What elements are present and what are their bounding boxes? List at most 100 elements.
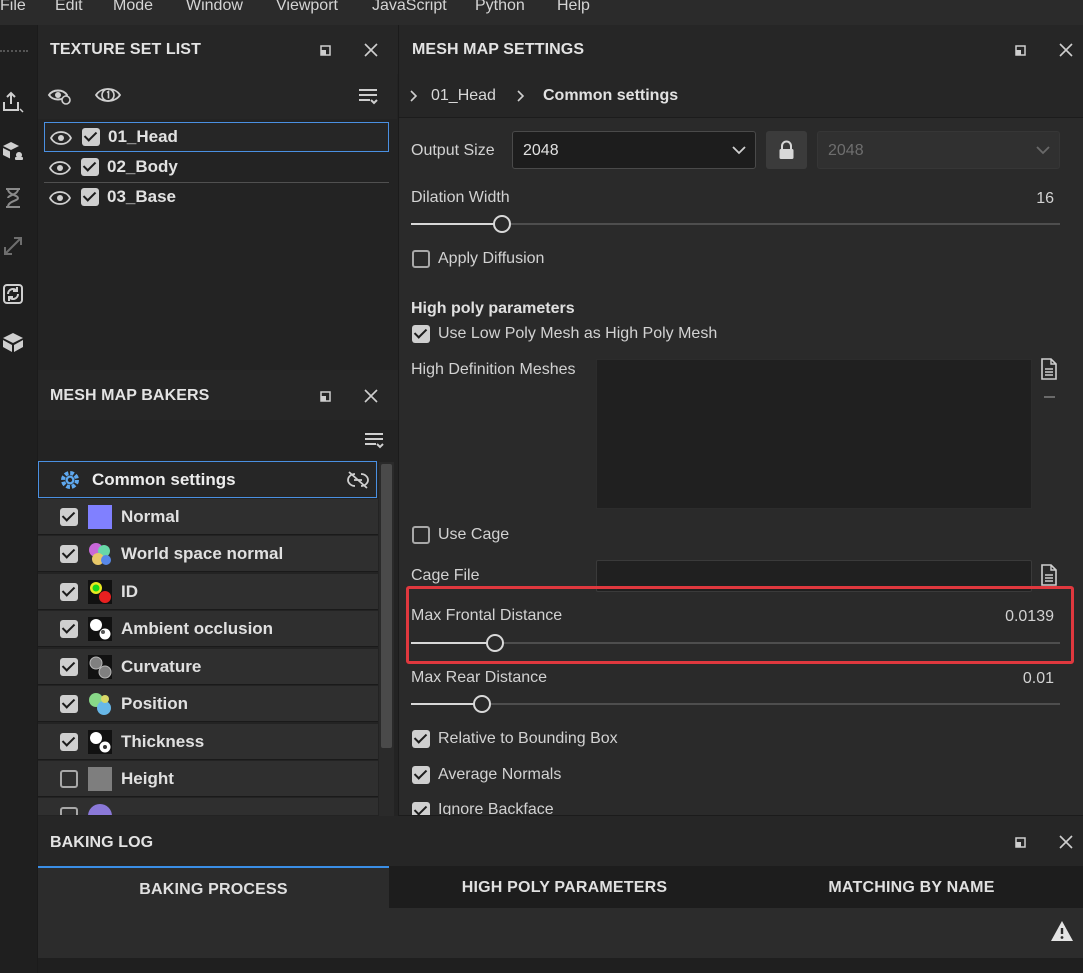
texture-set-name: 03_Base	[107, 187, 177, 206]
warning-icon[interactable]	[1050, 920, 1074, 942]
maximize-icon[interactable]	[316, 386, 336, 406]
texture-set-list-header: TEXTURE SET LIST	[38, 25, 398, 74]
baker-checkbox[interactable]	[60, 508, 78, 526]
dilation-width-value[interactable]: 16	[994, 190, 1054, 208]
baker-label: Curvature	[121, 657, 202, 676]
use-cage-checkbox[interactable]	[412, 526, 430, 544]
menu-python[interactable]: Python	[475, 0, 525, 15]
output-size-dropdown[interactable]: 2048	[512, 131, 756, 169]
baker-label: Ambient occlusion	[121, 619, 274, 638]
output-size-value: 2048	[523, 142, 559, 159]
close-icon[interactable]	[1056, 40, 1076, 60]
baker-label: Position	[121, 694, 189, 713]
baker-checkbox[interactable]	[60, 695, 78, 713]
menu-file[interactable]: File	[0, 0, 26, 15]
baker-label: World space normal	[121, 544, 284, 563]
scrollbar-thumb[interactable]	[381, 464, 392, 748]
texture-set-checkbox[interactable]	[81, 158, 99, 176]
tab-baking-process[interactable]: BAKING PROCESS	[38, 866, 389, 908]
maximize-icon[interactable]	[1011, 832, 1031, 852]
menu-help[interactable]: Help	[557, 0, 590, 15]
max-rear-distance-value[interactable]: 0.01	[974, 670, 1054, 688]
texture-set-checkbox[interactable]	[82, 128, 100, 146]
bakers-menu-icon[interactable]	[363, 430, 385, 452]
baker-checkbox[interactable]	[60, 807, 78, 815]
texture-set-item[interactable]: 02_Body	[44, 153, 389, 183]
close-icon[interactable]	[1056, 832, 1076, 852]
menu-javascript[interactable]: JavaScript	[372, 0, 447, 15]
export-icon[interactable]	[0, 89, 26, 115]
menu-viewport[interactable]: Viewport	[276, 0, 338, 15]
solo-icon[interactable]	[94, 84, 122, 106]
refresh-icon[interactable]	[0, 281, 26, 307]
apply-diffusion-checkbox[interactable]	[412, 250, 430, 268]
baker-checkbox[interactable]	[60, 545, 78, 563]
eye-icon[interactable]	[49, 130, 73, 146]
lock-button[interactable]	[766, 131, 807, 169]
file-browse-icon[interactable]	[1040, 358, 1060, 382]
max-rear-slider-track[interactable]	[411, 703, 1060, 705]
menu-edit[interactable]: Edit	[55, 0, 83, 15]
texture-set-item[interactable]: 03_Base	[44, 183, 389, 213]
menu-window[interactable]: Window	[186, 0, 243, 15]
use-low-poly-checkbox[interactable]	[412, 325, 430, 343]
tab-high-poly-parameters[interactable]: HIGH POLY PARAMETERS	[389, 866, 740, 908]
maximize-icon[interactable]	[1011, 40, 1031, 60]
dilation-width-slider-thumb[interactable]	[492, 215, 511, 233]
history-icon[interactable]	[0, 185, 26, 211]
baker-row-id[interactable]: ID	[38, 574, 378, 610]
breadcrumb-current: Common settings	[543, 87, 679, 104]
menu-mode[interactable]: Mode	[113, 0, 153, 15]
texture-set-checkbox[interactable]	[81, 188, 99, 206]
baker-row-ambient-occlusion[interactable]: Ambient occlusion	[38, 611, 378, 647]
eye-icon[interactable]	[48, 190, 72, 206]
eye-icon[interactable]	[48, 160, 72, 176]
cage-file-input[interactable]	[596, 560, 1032, 592]
baker-row-curvature[interactable]: Curvature	[38, 649, 378, 685]
cage-file-label: Cage File	[411, 567, 480, 584]
relative-bbox-checkbox[interactable]	[412, 730, 430, 748]
texture-set-item[interactable]: 01_Head	[44, 122, 389, 152]
close-icon[interactable]	[361, 386, 381, 406]
bakers-scrollbar[interactable]	[379, 462, 394, 816]
texture-set-name: 02_Body	[107, 157, 178, 176]
baker-row-thickness[interactable]: Thickness	[38, 724, 378, 760]
baker-row-position[interactable]: Position	[38, 686, 378, 722]
panel-title: MESH MAP SETTINGS	[412, 41, 585, 58]
world-space-normal-icon	[88, 542, 112, 566]
close-icon[interactable]	[361, 40, 381, 60]
common-settings-row[interactable]: Common settings	[38, 461, 377, 498]
ambient-occlusion-icon	[88, 617, 112, 641]
high-def-meshes-list[interactable]	[596, 359, 1032, 509]
breadcrumb: 01_Head Common settings	[399, 74, 1083, 118]
baker-row-normal[interactable]: Normal	[38, 499, 378, 535]
normal-map-icon	[88, 505, 112, 529]
baker-checkbox[interactable]	[60, 770, 78, 788]
baker-checkbox[interactable]	[60, 583, 78, 601]
baker-row-world-space-normal[interactable]: World space normal	[38, 536, 378, 572]
maximize-icon[interactable]	[316, 40, 336, 60]
visibility-toggle-icon[interactable]	[47, 85, 73, 107]
baker-checkbox[interactable]	[60, 658, 78, 676]
max-frontal-slider-track[interactable]	[411, 642, 1060, 644]
mesh-icon[interactable]	[0, 329, 26, 355]
max-frontal-distance-value[interactable]: 0.0139	[974, 608, 1054, 626]
baker-row-height[interactable]: Height	[38, 761, 378, 797]
remove-icon[interactable]	[1044, 396, 1055, 398]
resize-icon[interactable]	[0, 233, 26, 259]
baker-checkbox[interactable]	[60, 733, 78, 751]
chevron-down-icon	[1036, 146, 1050, 155]
list-menu-icon[interactable]	[357, 86, 379, 108]
baker-thumbnail-icon	[88, 804, 112, 815]
average-normals-checkbox[interactable]	[412, 766, 430, 784]
link-icon[interactable]	[346, 470, 370, 490]
baker-checkbox[interactable]	[60, 620, 78, 638]
breadcrumb-item[interactable]: 01_Head	[431, 87, 496, 105]
baker-row-clipped[interactable]	[38, 798, 378, 815]
apply-diffusion-label: Apply Diffusion	[438, 250, 545, 267]
ignore-backface-checkbox[interactable]	[412, 802, 430, 815]
file-browse-icon[interactable]	[1040, 564, 1060, 588]
chevron-right-icon	[517, 90, 525, 102]
bake-icon[interactable]	[0, 137, 26, 163]
tab-matching-by-name[interactable]: MATCHING BY NAME	[740, 866, 1083, 908]
